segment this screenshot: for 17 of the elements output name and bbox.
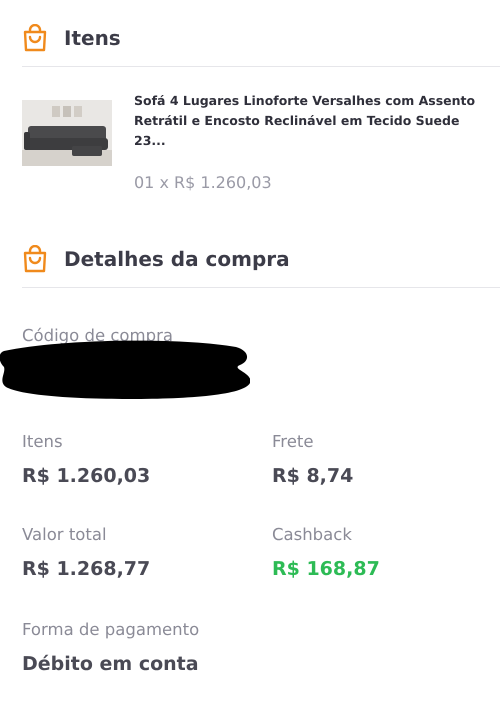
field-label: Forma de pagamento: [22, 620, 200, 639]
quantity-price: 01 x R$ 1.260,03: [134, 173, 273, 192]
section-title: Itens: [64, 26, 121, 50]
field-value: R$ 8,74: [272, 465, 354, 487]
section-title: Detalhes da compra: [64, 247, 290, 271]
field-value: Débito em conta: [22, 653, 200, 675]
field-value: R$ 1.260,03: [22, 465, 152, 487]
field-label: Valor total: [22, 525, 108, 544]
field-value: R$ 1.268,77: [22, 558, 152, 580]
field-label: Cashback: [272, 525, 353, 544]
field-label: Itens: [22, 432, 64, 451]
field-label: Código de compra: [22, 326, 174, 345]
shopping-bag-icon: [22, 24, 48, 52]
shopping-bag-icon: [22, 245, 48, 273]
product-name: Sofá 4 Lugares Linoforte Versalhes com Assento Retrátil e Encosto Reclinável em Tecido Suede 23...: [134, 92, 476, 150]
field-label: Frete: [272, 432, 314, 451]
field-value: R$ 168,87: [272, 558, 381, 580]
